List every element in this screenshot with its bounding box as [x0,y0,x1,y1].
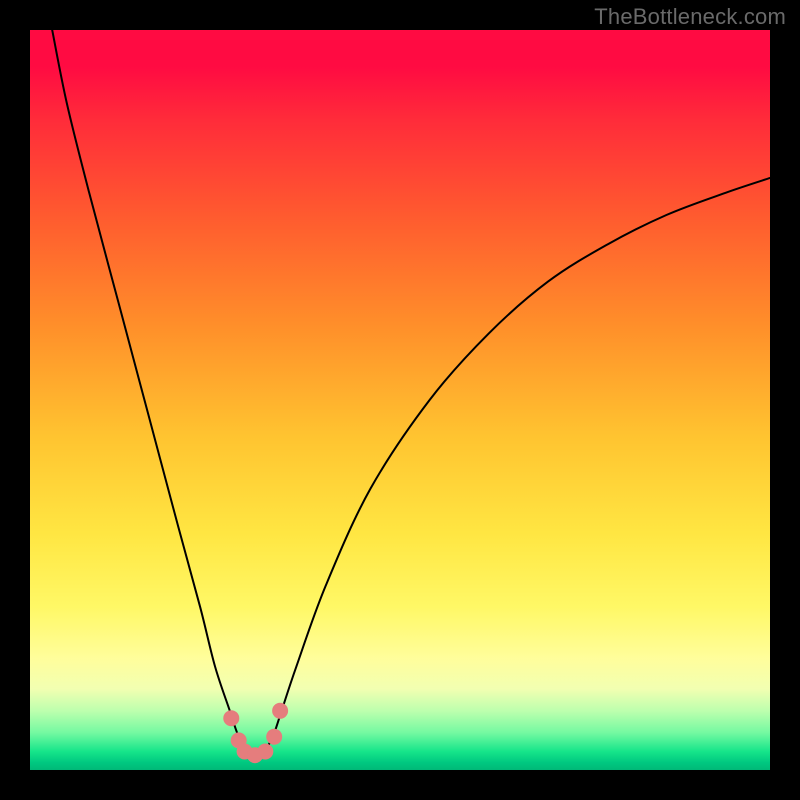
watermark-text: TheBottleneck.com [594,4,786,30]
highlight-dot [266,729,282,745]
highlight-dots [223,703,288,763]
highlight-dot [257,744,273,760]
curve-layer [30,30,770,770]
highlight-dot [223,710,239,726]
highlight-dot [272,703,288,719]
chart-frame: TheBottleneck.com [0,0,800,800]
plot-area [30,30,770,770]
bottleneck-curve [52,30,770,756]
